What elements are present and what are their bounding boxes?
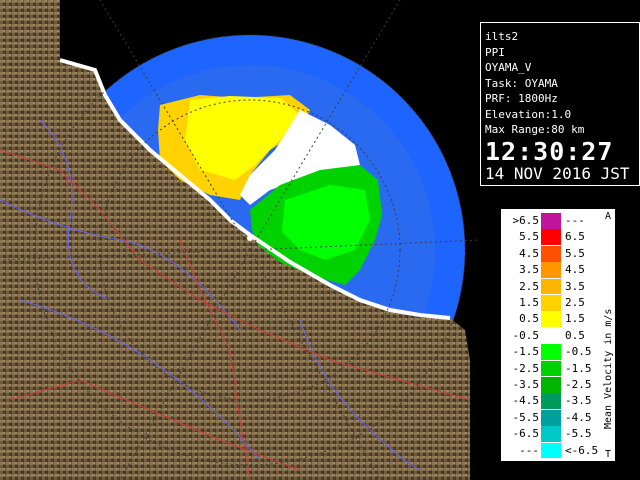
legend-swatch (541, 245, 561, 262)
legend-row: 1.5 2.5 (501, 295, 617, 311)
velocity-legend: >6.5 --- 5.5 6.5 4.5 5.5 3.5 4.5 2.5 3.5 1.5 2.5 0.5… (500, 208, 616, 462)
legend-swatch (541, 426, 561, 442)
legend-swatch (541, 213, 561, 229)
legend-row: 3.5 4.5 (501, 262, 617, 278)
legend-lower-bound: --- (519, 443, 539, 457)
prf-value: PRF: 1800Hz (485, 92, 558, 105)
legend-upper-bound: 0.5 (565, 328, 585, 342)
legend-lower-bound: -5.5 (512, 410, 540, 424)
legend-row: -6.5 -5.5 (501, 426, 617, 442)
legend-row: --- <-6.5 (501, 442, 617, 459)
legend-swatch (541, 278, 561, 295)
legend-lower-bound: -2.5 (512, 361, 540, 375)
legend-row: 4.5 5.5 (501, 245, 617, 262)
legend-lower-bound: -3.5 (512, 378, 540, 391)
scan-date: 14 NOV 2016 JST (485, 163, 630, 183)
legend-swatch (541, 377, 561, 393)
legend-row: -2.5 -1.5 (501, 360, 617, 377)
legend-upper-bound: -3.5 (565, 394, 592, 408)
legend-upper-bound: -5.5 (565, 427, 592, 441)
radar-site-marker (247, 235, 253, 241)
legend-lower-bound: >6.5 (512, 214, 540, 227)
max-range-value: Max Range:80 km (485, 123, 585, 136)
legend-lower-bound: -4.5 (512, 394, 540, 408)
legend-row: -0.5 0.5 (501, 327, 617, 344)
scan-mode: PPI (485, 45, 505, 59)
legend-row: -3.5 -2.5 (501, 377, 617, 393)
legend-lower-bound: 4.5 (519, 246, 539, 260)
legend-upper-bound: 2.5 (565, 296, 585, 309)
legend-lower-bound: 1.5 (519, 296, 539, 309)
legend-upper-bound: -2.5 (565, 378, 592, 391)
legend-lower-bound: 3.5 (519, 263, 539, 277)
legend-swatch (541, 360, 561, 377)
legend-upper-bound: 5.5 (565, 246, 585, 260)
legend-lower-bound: 5.5 (519, 230, 539, 244)
legend-row: -1.5 -0.5 (501, 344, 617, 360)
legend-lower-bound: -0.5 (512, 328, 540, 342)
legend-swatch (541, 442, 561, 459)
task-name: Task: OYAMA (485, 76, 558, 90)
legend-upper-bound: 4.5 (565, 263, 585, 277)
legend-lower-bound: 0.5 (519, 312, 539, 326)
radar-info-panel: ilts2 PPI OYAMA_V Task: OYAMA PRF: 1800H… (480, 22, 640, 186)
legend-bottom-marker: T (605, 449, 612, 460)
legend-lower-bound: 2.5 (519, 279, 539, 293)
legend-swatch (541, 262, 561, 278)
legend-row: 2.5 3.5 (501, 278, 617, 295)
legend-row: 5.5 6.5 (501, 229, 617, 246)
legend-row: >6.5 --- (501, 213, 617, 229)
scan-time: 12:30:27 (485, 136, 614, 166)
legend-upper-bound: -1.5 (565, 361, 592, 375)
legend-upper-bound: <-6.5 (565, 443, 599, 457)
legend-swatch (541, 344, 561, 360)
legend-row: 0.5 1.5 (501, 311, 617, 328)
legend-row: -4.5 -3.5 (501, 393, 617, 410)
elevation-value: Elevation:1.0 (485, 107, 572, 121)
legend-top-marker: A (605, 211, 612, 222)
legend-lower-bound: -6.5 (512, 427, 540, 441)
legend-lower-bound: -1.5 (512, 345, 540, 359)
legend-swatch (541, 327, 561, 344)
site-id: ilts2 (485, 30, 519, 43)
legend-upper-bound: -4.5 (565, 410, 592, 424)
legend-upper-bound: 6.5 (565, 230, 585, 244)
legend-row: -5.5 -4.5 (501, 409, 617, 426)
legend-swatch (541, 393, 561, 410)
legend-title: Mean Velocity in m/s (603, 308, 614, 429)
legend-swatch (541, 295, 561, 311)
legend-swatch (541, 229, 561, 246)
legend-upper-bound: -0.5 (565, 345, 592, 359)
legend-swatch (541, 409, 561, 426)
legend-upper-bound: 3.5 (565, 279, 585, 293)
legend-swatch (541, 311, 561, 328)
product-name: OYAMA_V (485, 61, 532, 74)
legend-upper-bound: 1.5 (565, 312, 585, 326)
radar-ppi-display[interactable] (0, 0, 480, 480)
legend-upper-bound: --- (565, 214, 585, 227)
